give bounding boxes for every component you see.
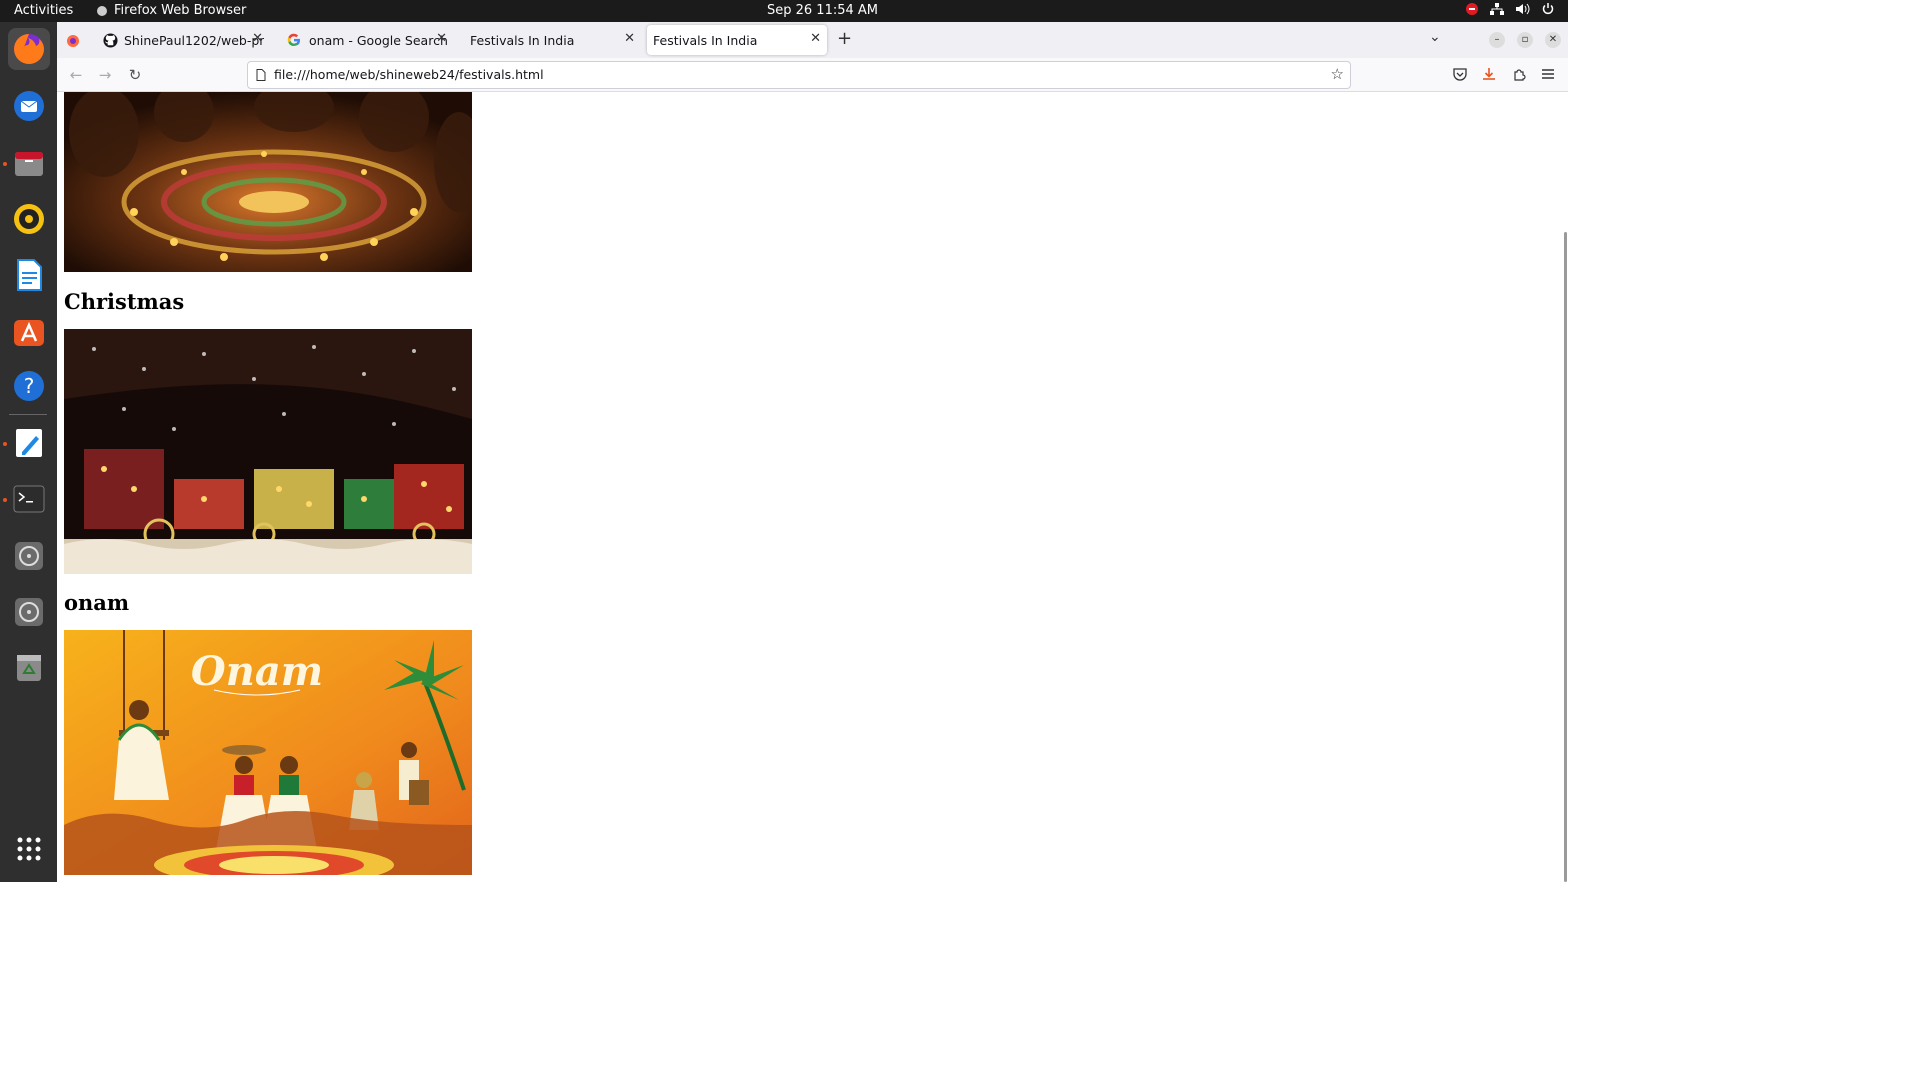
tab-bar: ShinePaul1202/web-prog ✕ onam - Google S…	[57, 22, 1568, 58]
diwali-image	[64, 92, 472, 272]
tab-festivals-active[interactable]: Festivals In India ✕	[647, 25, 827, 55]
firefox-view-icon[interactable]	[66, 33, 80, 52]
terminal-dock-icon[interactable]	[8, 478, 50, 520]
url-text: file:///home/web/shineweb24/festivals.ht…	[274, 67, 544, 82]
pocket-icon[interactable]	[1453, 67, 1467, 81]
svg-text:?: ?	[24, 374, 35, 398]
top-bar: Activities Firefox Web Browser Sep 26 11…	[0, 0, 1568, 22]
heading-onam: onam	[64, 590, 130, 615]
text-editor-dock-icon[interactable]	[8, 422, 50, 464]
tab-label: Festivals In India	[653, 32, 758, 48]
back-icon[interactable]: ←	[66, 65, 86, 85]
christmas-image	[64, 329, 472, 574]
minimize-button[interactable]: –	[1489, 32, 1505, 48]
trash-dock-icon[interactable]	[8, 647, 50, 689]
reload-icon[interactable]: ↻	[125, 65, 145, 85]
firefox-small-icon	[97, 5, 107, 16]
power-icon	[1542, 3, 1554, 15]
thunderbird-dock-icon[interactable]	[8, 85, 50, 127]
extensions-icon[interactable]	[1512, 67, 1526, 81]
libreoffice-writer-dock-icon[interactable]	[8, 254, 50, 296]
network-icon	[1490, 3, 1504, 15]
disc-dock-icon-2[interactable]	[8, 591, 50, 633]
dock-separator	[9, 414, 47, 415]
running-indicator	[3, 162, 7, 166]
disc-dock-icon[interactable]	[8, 535, 50, 577]
do-not-disturb-icon	[1466, 3, 1478, 15]
close-tab-icon[interactable]: ✕	[624, 31, 635, 46]
running-indicator	[3, 498, 7, 502]
forward-icon[interactable]: →	[95, 65, 115, 85]
dock: ?	[0, 22, 57, 882]
navigation-bar: ← → ↻ file:///home/web/shineweb24/festiv…	[57, 58, 1568, 92]
menu-icon[interactable]	[1541, 67, 1555, 81]
tab-festivals-1[interactable]: Festivals In India ✕	[463, 25, 641, 55]
page-icon	[256, 69, 266, 81]
google-icon	[287, 33, 301, 47]
files-dock-icon[interactable]	[8, 142, 50, 184]
tab-label: ShinePaul1202/web-prog	[124, 32, 264, 48]
close-tab-icon[interactable]: ✕	[252, 31, 263, 46]
show-apps-icon[interactable]	[8, 828, 50, 870]
url-bar[interactable]: file:///home/web/shineweb24/festivals.ht…	[247, 61, 1351, 89]
tab-label: Festivals In India	[470, 32, 575, 48]
page-content: Christmas onam Onam	[57, 92, 1568, 882]
page-scrollbar[interactable]	[1564, 232, 1567, 882]
rhythmbox-dock-icon[interactable]	[8, 198, 50, 240]
tab-google-search[interactable]: onam - Google Search ✕	[281, 25, 453, 55]
help-dock-icon[interactable]: ?	[8, 365, 50, 407]
onam-image: Onam	[64, 630, 472, 875]
github-icon	[103, 32, 118, 48]
activities-button[interactable]: Activities	[14, 3, 73, 18]
app-menu[interactable]: Firefox Web Browser	[96, 3, 246, 18]
heading-christmas: Christmas	[64, 289, 185, 314]
app-name-label: Firefox Web Browser	[114, 3, 247, 18]
list-all-tabs-icon[interactable]: ⌄	[1429, 29, 1441, 45]
maximize-button[interactable]: ▫	[1517, 32, 1533, 48]
running-indicator	[3, 442, 7, 446]
close-tab-icon[interactable]: ✕	[810, 31, 821, 46]
firefox-dock-icon[interactable]	[8, 28, 50, 70]
close-tab-icon[interactable]: ✕	[436, 31, 447, 46]
onam-image-title: Onam	[191, 648, 323, 695]
close-window-button[interactable]: ✕	[1545, 32, 1561, 48]
bookmark-star-icon[interactable]: ☆	[1331, 65, 1344, 83]
app-center-dock-icon[interactable]	[8, 310, 50, 352]
new-tab-button[interactable]: +	[837, 28, 852, 49]
system-tray[interactable]	[1466, 3, 1554, 15]
volume-icon	[1516, 3, 1530, 15]
clock[interactable]: Sep 26 11:54 AM	[767, 3, 878, 18]
tab-github[interactable]: ShinePaul1202/web-prog ✕	[97, 25, 269, 55]
downloads-icon[interactable]	[1482, 67, 1496, 81]
tab-label: onam - Google Search	[309, 32, 448, 48]
